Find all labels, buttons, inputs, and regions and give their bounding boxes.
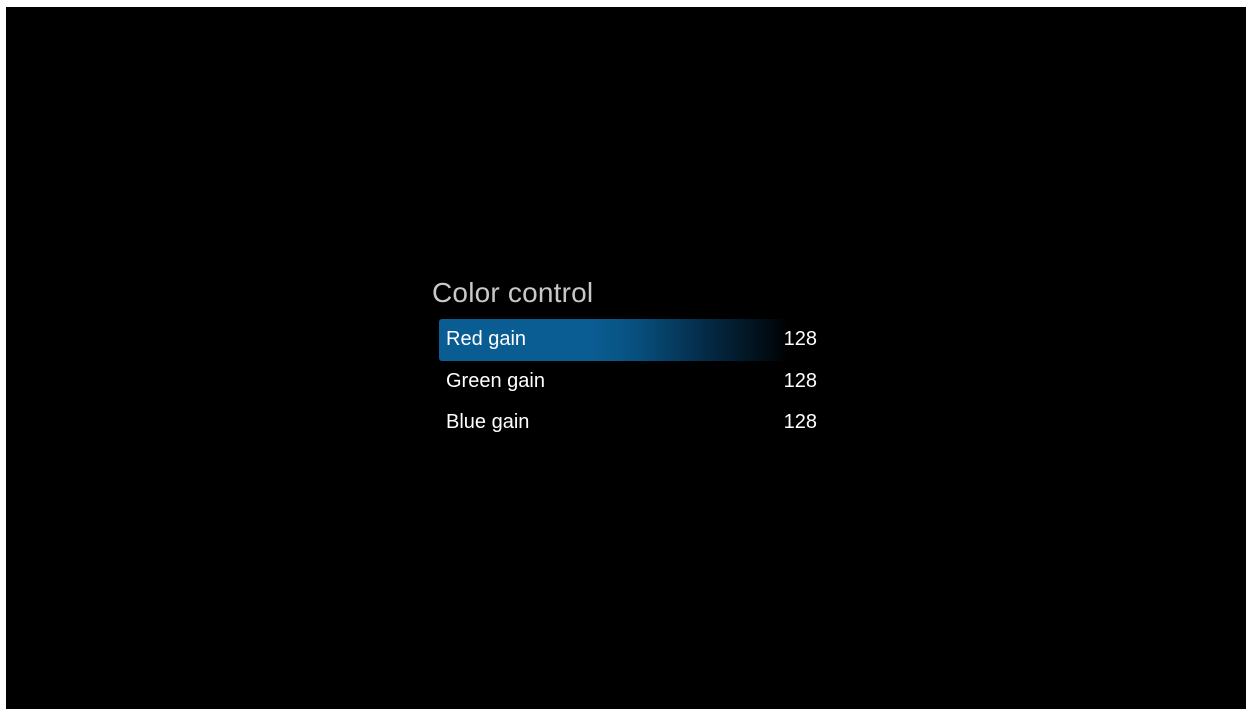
- menu-item-blue-gain[interactable]: Blue gain 128: [439, 402, 817, 444]
- menu-item-label: Blue gain: [446, 411, 530, 434]
- color-control-menu: Red gain 128 Green gain 128 Blue gain 12…: [432, 319, 832, 444]
- menu-item-value: 128: [783, 369, 817, 392]
- menu-item-label: Red gain: [446, 328, 527, 351]
- menu-item-value: 128: [783, 411, 817, 434]
- menu-item-value: 128: [783, 328, 817, 351]
- color-control-panel: Color control Red gain 128 Green gain 12…: [432, 275, 832, 444]
- menu-item-label: Green gain: [446, 369, 545, 392]
- menu-item-red-gain[interactable]: Red gain 128: [439, 319, 817, 361]
- tv-screen: Color control Red gain 128 Green gain 12…: [6, 7, 1246, 709]
- panel-title: Color control: [432, 277, 594, 308]
- menu-item-green-gain[interactable]: Green gain 128: [439, 361, 817, 403]
